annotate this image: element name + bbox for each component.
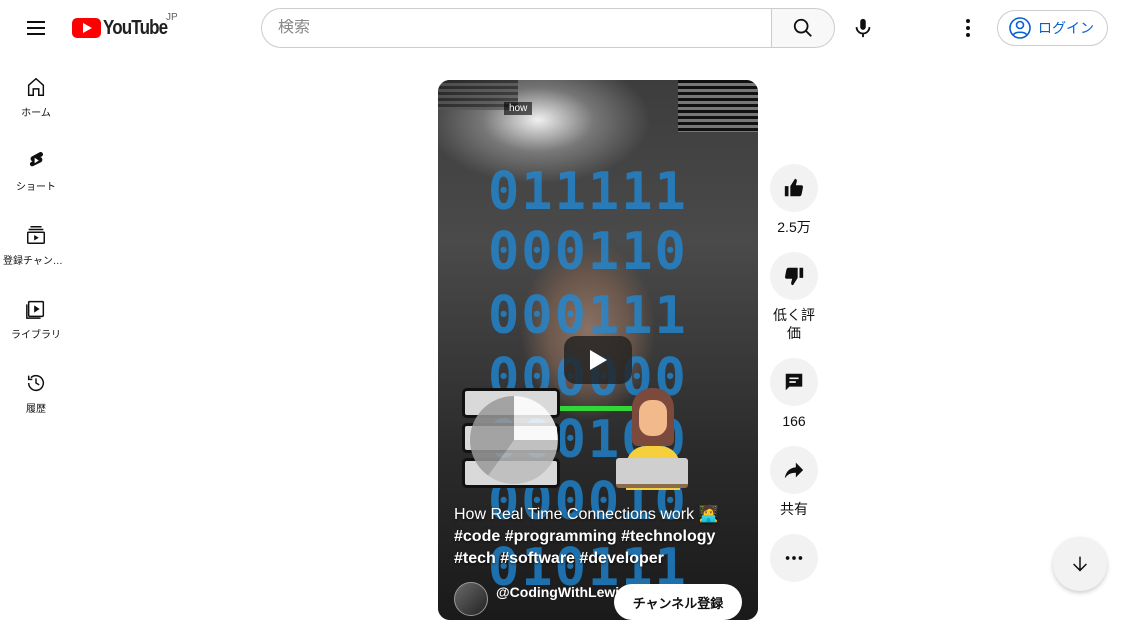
search-input[interactable] — [278, 19, 772, 37]
search-button[interactable] — [771, 8, 835, 48]
short-video-player[interactable]: 011111 000110 000111 000000 000100 00001… — [438, 80, 758, 620]
masthead: YouTube JP ログイン — [0, 0, 1124, 56]
library-icon — [26, 300, 45, 319]
channel-name[interactable]: @CodingWithLewi — [496, 584, 619, 600]
sidebar-item-label: ライブラリ — [11, 330, 61, 341]
voice-search-button[interactable] — [843, 8, 883, 48]
next-short-button[interactable] — [1053, 537, 1107, 591]
home-icon — [27, 77, 45, 96]
sidebar-item-label: 履歴 — [26, 404, 46, 415]
short-actions: 2.5万 低く評価 166 共有 — [769, 164, 819, 582]
sidebar-item-history[interactable]: 履歴 — [0, 352, 72, 426]
laptop-illustration — [616, 458, 688, 488]
history-icon — [27, 375, 45, 392]
subscriptions-icon — [27, 226, 45, 244]
video-caption-tag: how — [504, 102, 533, 115]
mini-guide: ホーム ショート 登録チャンネル ライブラリ 履歴 — [0, 56, 72, 426]
more-action — [769, 534, 819, 582]
comment-action: 166 — [769, 358, 819, 430]
short-title-line: How Real Time Connections work 🧑‍💻 — [454, 506, 719, 523]
settings-more-button[interactable] — [948, 8, 988, 48]
channel-info[interactable]: @CodingWithLewi — [454, 582, 619, 616]
disk-illustration — [470, 396, 558, 484]
youtube-logo[interactable]: YouTube — [72, 16, 179, 40]
short-hashtags-line: #tech #software #developer — [454, 550, 664, 567]
sidebar-item-library[interactable]: ライブラリ — [0, 278, 72, 352]
arrow-down-icon — [1073, 556, 1087, 572]
shorts-icon — [29, 152, 44, 167]
more-actions-button[interactable] — [770, 534, 818, 582]
comments-button[interactable] — [770, 358, 818, 406]
more-vertical-icon — [966, 19, 970, 37]
dislike-label: 低く評価 — [773, 307, 815, 341]
sidebar-item-shorts[interactable]: ショート — [0, 130, 72, 204]
microphone-icon — [855, 18, 871, 38]
hamburger-icon — [27, 21, 45, 35]
sidebar-item-label: ホーム — [21, 108, 51, 119]
binary-overlay-row: 011111 — [488, 162, 688, 222]
comment-count: 166 — [782, 413, 806, 429]
sidebar-item-label: ショート — [16, 182, 56, 193]
guide-menu-button[interactable] — [16, 8, 56, 48]
like-button[interactable] — [770, 164, 818, 212]
dislike-button[interactable] — [770, 252, 818, 300]
channel-avatar[interactable] — [454, 582, 488, 616]
sidebar-item-home[interactable]: ホーム — [0, 56, 72, 130]
search-icon — [793, 18, 812, 37]
sidebar-item-label: 登録チャンネル — [3, 256, 69, 267]
comment-icon — [785, 373, 803, 391]
login-button[interactable]: ログイン — [997, 10, 1108, 46]
share-action: 共有 — [769, 446, 819, 518]
more-horizontal-icon — [785, 556, 803, 560]
play-button[interactable] — [564, 336, 632, 384]
country-code: JP — [166, 12, 178, 23]
like-action: 2.5万 — [769, 164, 819, 236]
video-frame-detail — [678, 80, 758, 132]
account-circle-icon — [1009, 17, 1031, 39]
youtube-play-logo-icon — [72, 18, 101, 38]
share-label: 共有 — [780, 501, 808, 517]
thumbs-up-icon — [784, 178, 804, 197]
sidebar-item-subscriptions[interactable]: 登録チャンネル — [0, 204, 72, 278]
like-count: 2.5万 — [777, 219, 811, 235]
play-icon — [590, 350, 607, 370]
connection-line — [560, 406, 632, 411]
logo-text: YouTube — [103, 16, 168, 39]
subscribe-button[interactable]: チャンネル登録 — [614, 584, 742, 620]
login-label: ログイン — [1038, 20, 1094, 36]
share-arrow-icon — [784, 462, 804, 479]
binary-overlay-row: 000110 — [488, 222, 688, 282]
search-box[interactable] — [261, 8, 772, 48]
share-button[interactable] — [770, 446, 818, 494]
thumbs-down-icon — [784, 267, 804, 286]
dislike-action: 低く評価 — [769, 252, 819, 342]
short-hashtags-line: #code #programming #technology — [454, 528, 716, 545]
short-title[interactable]: How Real Time Connections work 🧑‍💻 #code… — [454, 504, 744, 570]
